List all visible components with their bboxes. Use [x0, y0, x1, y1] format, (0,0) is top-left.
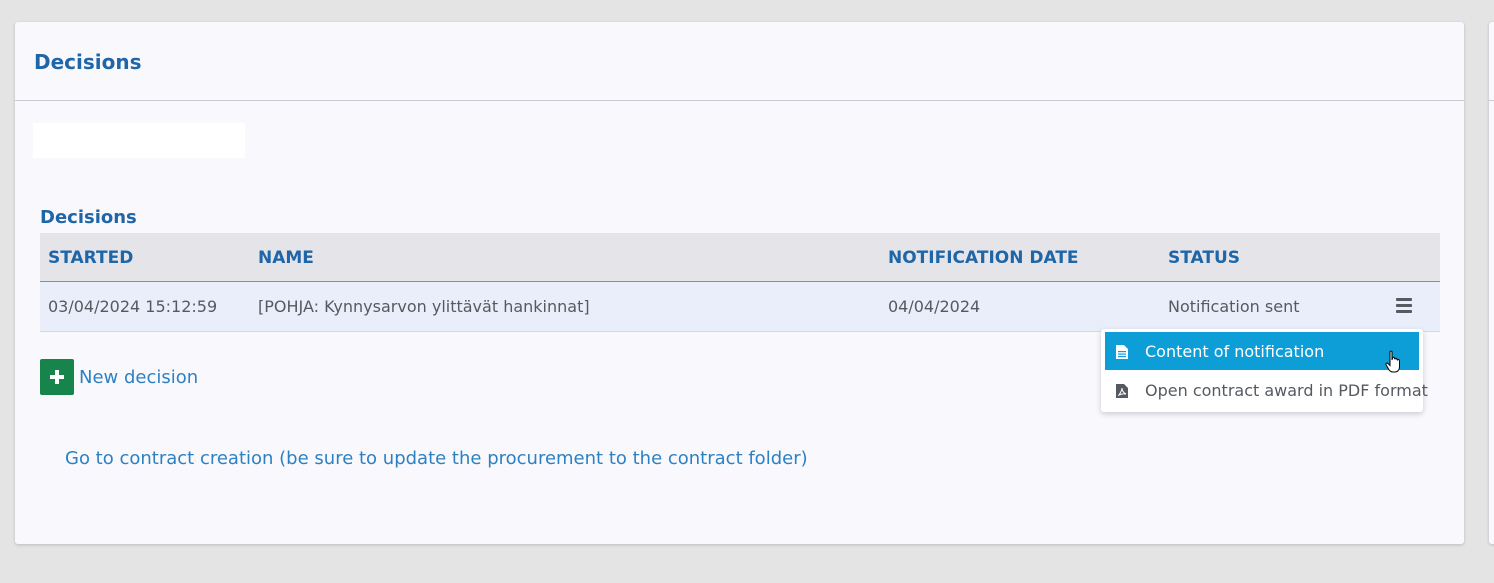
- menu-item-label: Content of notification: [1145, 341, 1325, 361]
- menu-item-label: Open contract award in PDF format: [1145, 380, 1428, 400]
- row-actions-dropdown: Content of notification Open contract aw…: [1101, 329, 1428, 412]
- cell-name: [POHJA: Kynnysarvon ylittävät hankinnat]: [258, 297, 590, 316]
- column-header-status[interactable]: STATUS: [1168, 248, 1240, 268]
- cell-notification-date: 04/04/2024: [888, 297, 981, 316]
- cell-started: 03/04/2024 15:12:59: [48, 297, 218, 316]
- decisions-card: Decisions Decisions STARTED NAME NOTIFIC…: [15, 22, 1464, 544]
- contract-creation-link[interactable]: Go to contract creation (be sure to upda…: [65, 448, 808, 469]
- page-title: Decisions: [34, 50, 142, 74]
- blank-field: [33, 123, 245, 158]
- menu-item-content-of-notification[interactable]: Content of notification: [1105, 332, 1419, 370]
- column-header-notification-date[interactable]: NOTIFICATION DATE: [888, 248, 1079, 268]
- decisions-table: STARTED NAME NOTIFICATION DATE STATUS 03…: [40, 233, 1440, 332]
- column-header-name[interactable]: NAME: [258, 248, 314, 268]
- hand-cursor-icon: [1385, 350, 1401, 374]
- new-decision-label[interactable]: New decision: [79, 367, 198, 388]
- column-header-started[interactable]: STARTED: [48, 248, 133, 268]
- cell-status: Notification sent: [1168, 297, 1300, 316]
- pdf-icon: [1116, 383, 1128, 398]
- section-title: Decisions: [40, 207, 137, 228]
- new-decision-button[interactable]: New decision: [40, 359, 198, 395]
- row-menu-icon[interactable]: [1396, 298, 1412, 314]
- document-icon: [1116, 344, 1128, 359]
- menu-item-open-pdf[interactable]: Open contract award in PDF format: [1105, 371, 1428, 409]
- adjacent-card: [1489, 22, 1494, 544]
- table-row[interactable]: 03/04/2024 15:12:59 [POHJA: Kynnysarvon …: [40, 282, 1440, 332]
- table-header: STARTED NAME NOTIFICATION DATE STATUS: [40, 233, 1440, 282]
- card-header: Decisions: [15, 22, 1464, 101]
- plus-icon[interactable]: [40, 359, 74, 395]
